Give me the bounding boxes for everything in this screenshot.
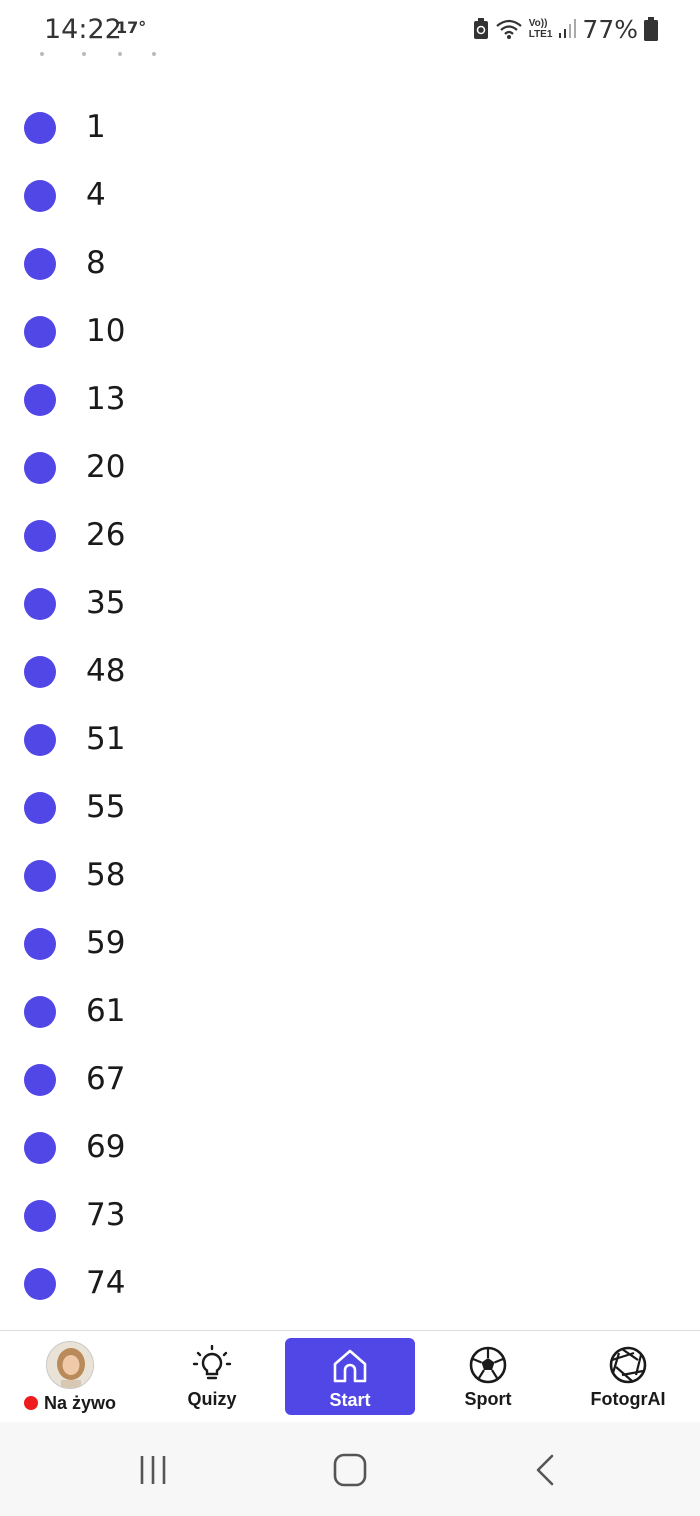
list-item: 48 <box>0 638 700 706</box>
nav-label-quizy: Quizy <box>187 1389 237 1409</box>
bullet-dot <box>24 112 56 144</box>
partial-content-dots <box>40 52 156 56</box>
list-item-label: 58 <box>86 857 126 893</box>
list-item-label: 26 <box>86 517 126 553</box>
nav-label-start: Start <box>329 1390 371 1410</box>
nav-item-fotograi[interactable]: FotogrAI <box>558 1331 698 1421</box>
soccer-ball-icon <box>469 1346 507 1384</box>
status-icons: Vo)) LTE1 77% <box>473 14 658 44</box>
list-item-label: 4 <box>86 177 106 213</box>
nav-item-quizy[interactable]: Quizy <box>142 1331 282 1421</box>
bullet-dot <box>24 316 56 348</box>
bottom-nav: Na żywo Quizy Start Sport FotogrAI <box>0 1330 700 1420</box>
list-item: 55 <box>0 774 700 842</box>
list-item-label: 55 <box>86 789 126 825</box>
bullet-dot <box>24 384 56 416</box>
bullet-dot <box>24 1064 56 1096</box>
list-item-label: 35 <box>86 585 126 621</box>
list-item-label: 20 <box>86 449 126 485</box>
nav-label-live: Na żywo <box>23 1393 117 1414</box>
home-icon <box>333 1349 367 1383</box>
bullet-dot <box>24 248 56 280</box>
list-item: 8 <box>0 230 700 298</box>
status-temperature: 17° <box>116 18 147 37</box>
network-label-top: Vo)) <box>528 18 548 29</box>
list-item-label: 61 <box>86 993 126 1029</box>
list-item: 51 <box>0 706 700 774</box>
bullet-dot <box>24 724 56 756</box>
list-item: 1 <box>0 94 700 162</box>
list-item: 20 <box>0 434 700 502</box>
back-icon[interactable] <box>526 1452 566 1488</box>
system-navigation-bar <box>0 1422 700 1516</box>
list-item-label: 73 <box>86 1197 126 1233</box>
list-item-label: 51 <box>86 721 126 757</box>
nav-label-sport: Sport <box>464 1389 512 1409</box>
list-item-label: 8 <box>86 245 106 281</box>
list-item: 67 <box>0 1046 700 1114</box>
list-item: 59 <box>0 910 700 978</box>
list-item-label: 10 <box>86 313 126 349</box>
list-item: 26 <box>0 502 700 570</box>
recent-apps-icon[interactable] <box>134 1452 174 1488</box>
nav-label-na-zywo: Na żywo <box>43 1393 117 1413</box>
list-item: 74 <box>0 1250 700 1318</box>
list-item: 69 <box>0 1114 700 1182</box>
number-list: 1 4 8 10 13 20 26 35 48 51 55 58 59 61 67 69 73 74 <box>0 94 700 1318</box>
list-item: 61 <box>0 978 700 1046</box>
list-item-label: 67 <box>86 1061 126 1097</box>
bullet-dot <box>24 520 56 552</box>
battery-icon <box>644 17 658 41</box>
status-time: 14:22 <box>44 14 122 45</box>
home-button-icon[interactable] <box>330 1452 370 1488</box>
list-item-label: 1 <box>86 109 106 145</box>
bullet-dot <box>24 928 56 960</box>
network-label-bottom: LTE1 <box>528 29 553 40</box>
list-item: 13 <box>0 366 700 434</box>
nav-item-start[interactable]: Start <box>285 1338 415 1415</box>
nav-label-fotograi: FotogrAI <box>590 1389 666 1409</box>
list-item-label: 69 <box>86 1129 126 1165</box>
bullet-dot <box>24 588 56 620</box>
avatar <box>46 1341 94 1389</box>
list-item-label: 13 <box>86 381 126 417</box>
bullet-dot <box>24 1132 56 1164</box>
wifi-icon <box>495 19 522 39</box>
list-item: 10 <box>0 298 700 366</box>
bullet-dot <box>24 452 56 484</box>
list-item: 4 <box>0 162 700 230</box>
network-label: Vo)) LTE1 <box>529 18 553 40</box>
list-item-label: 48 <box>86 653 126 689</box>
battery-percent: 77% <box>582 14 638 44</box>
bullet-dot <box>24 1268 56 1300</box>
lightbulb-icon <box>192 1345 232 1380</box>
list-item-label: 74 <box>86 1265 126 1301</box>
signal-icon <box>559 19 577 38</box>
bullet-dot <box>24 860 56 892</box>
bullet-dot <box>24 996 56 1028</box>
list-item: 58 <box>0 842 700 910</box>
bullet-dot <box>24 1200 56 1232</box>
live-indicator-dot <box>23 1396 38 1410</box>
list-item: 35 <box>0 570 700 638</box>
list-item: 73 <box>0 1182 700 1250</box>
camera-aperture-icon <box>609 1346 647 1384</box>
nav-item-na-zywo[interactable]: Na żywo <box>0 1331 140 1421</box>
bullet-dot <box>24 792 56 824</box>
nav-item-sport[interactable]: Sport <box>420 1331 556 1421</box>
list-item-label: 59 <box>86 925 126 961</box>
bullet-dot <box>24 656 56 688</box>
recycle-battery-icon <box>473 18 488 39</box>
bullet-dot <box>24 180 56 212</box>
status-bar: 14:22 17° Vo)) LTE1 77% <box>0 0 700 58</box>
presenter-avatar-icon <box>47 1342 93 1388</box>
